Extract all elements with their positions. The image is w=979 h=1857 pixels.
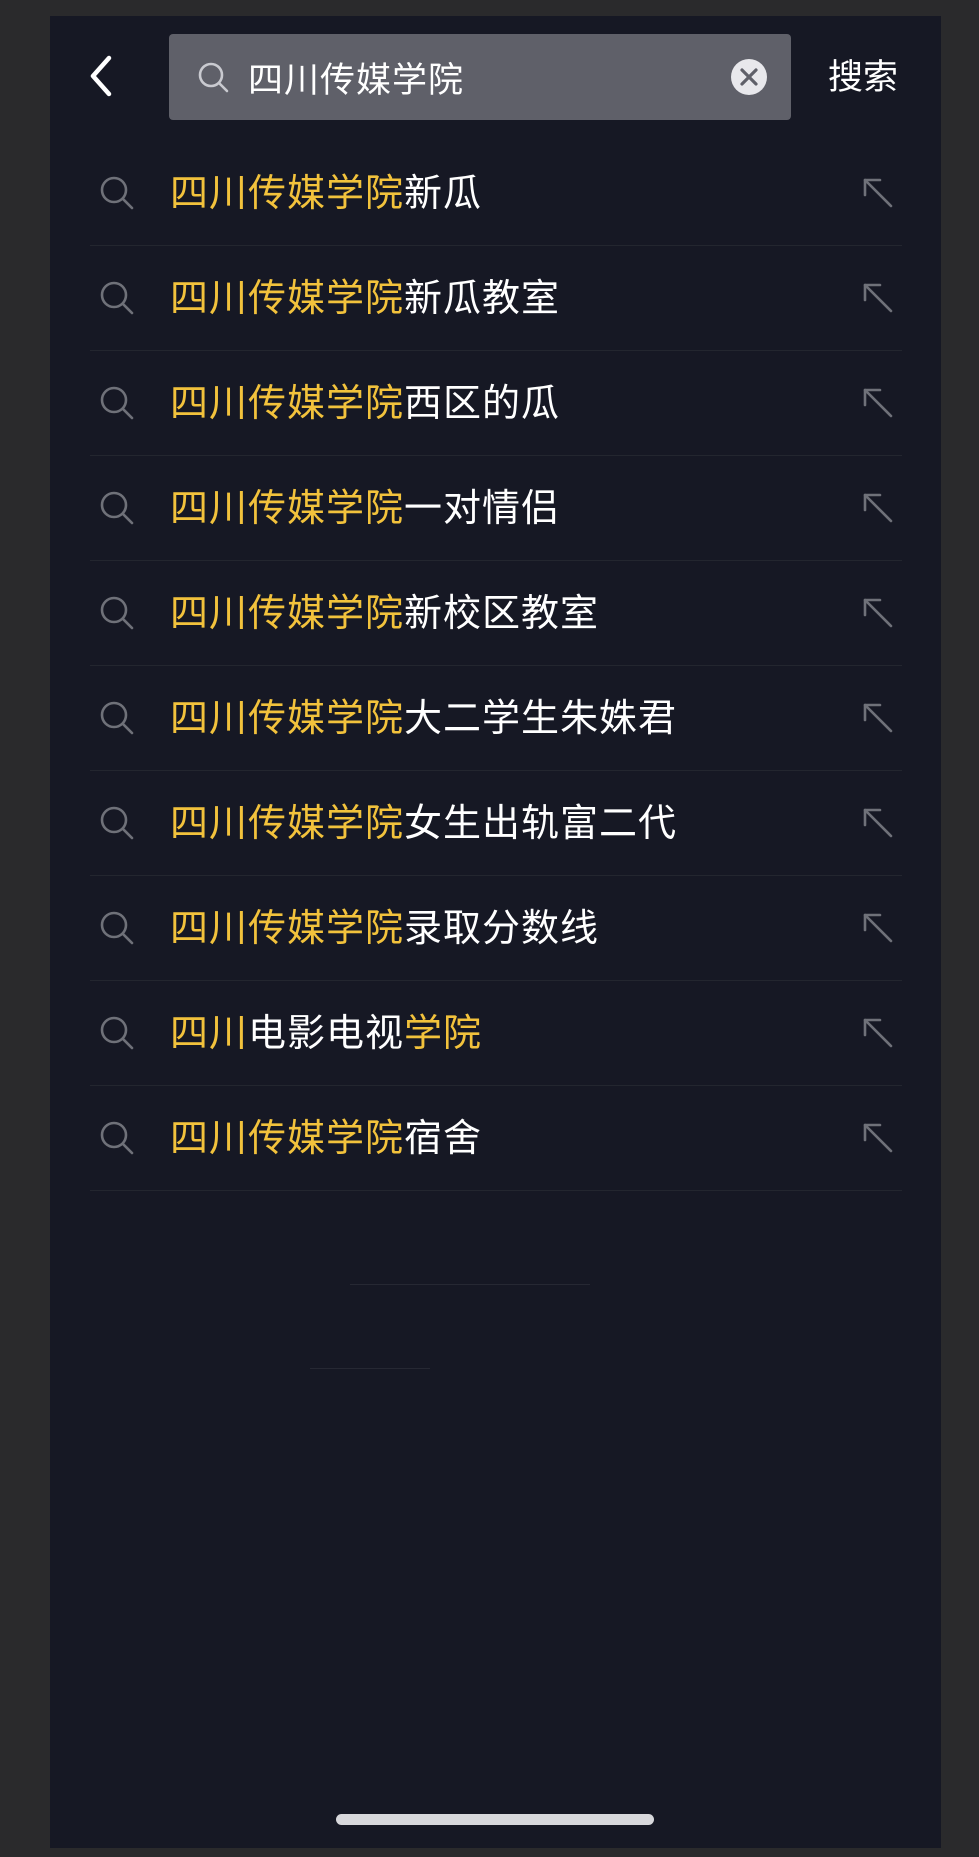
suggestion-text: 西区的瓜 xyxy=(404,381,561,425)
suggestion-text: 电影电视 xyxy=(248,1011,405,1055)
chevron-left-icon xyxy=(90,55,112,97)
clear-button[interactable] xyxy=(729,57,769,97)
search-button[interactable]: 搜索 xyxy=(828,54,898,102)
divider xyxy=(350,1284,590,1285)
suggestion-item[interactable]: 四川传媒学院大二学生朱姝君 xyxy=(90,666,902,771)
search-icon xyxy=(100,281,134,315)
fill-query-arrow-icon[interactable] xyxy=(860,910,896,946)
home-indicator[interactable] xyxy=(336,1814,654,1825)
suggestion-item[interactable]: 四川电影电视学院 xyxy=(90,981,902,1086)
divider xyxy=(310,1368,430,1369)
search-icon xyxy=(100,1121,134,1155)
suggestion-item[interactable]: 四川传媒学院新校区教室 xyxy=(90,561,902,666)
highlighted-text: 四川传媒学院 xyxy=(170,486,405,530)
suggestion-label: 四川传媒学院一对情侣 xyxy=(170,456,560,560)
suggestion-text: 新瓜 xyxy=(404,171,483,215)
suggestion-text: 新瓜教室 xyxy=(404,276,561,320)
suggestion-label: 四川传媒学院新校区教室 xyxy=(170,561,599,665)
search-query-text[interactable]: 四川传媒学院 xyxy=(248,52,729,103)
clear-icon xyxy=(731,59,767,95)
highlighted-text: 四川传媒学院 xyxy=(170,381,405,425)
fill-query-arrow-icon[interactable] xyxy=(860,385,896,421)
highlighted-text: 四川传媒学院 xyxy=(170,906,405,950)
suggestion-text: 宿舍 xyxy=(404,1116,483,1160)
suggestion-list: 四川传媒学院新瓜 四川传媒学院新瓜教室 四川传媒学院西区的瓜 四川传媒学院一对情侣 四川… xyxy=(90,141,902,1191)
highlighted-text: 四川传媒学院 xyxy=(170,696,405,740)
suggestion-label: 四川传媒学院新瓜教室 xyxy=(170,246,560,350)
suggestion-label: 四川传媒学院西区的瓜 xyxy=(170,351,560,455)
suggestion-label: 四川传媒学院女生出轨富二代 xyxy=(170,771,677,875)
suggestion-text: 新校区教室 xyxy=(404,591,600,635)
fill-query-arrow-icon[interactable] xyxy=(860,280,896,316)
fill-query-arrow-icon[interactable] xyxy=(860,595,896,631)
fill-query-arrow-icon[interactable] xyxy=(860,490,896,526)
search-icon xyxy=(100,1016,134,1050)
back-button[interactable] xyxy=(80,54,124,98)
suggestion-label: 四川传媒学院大二学生朱姝君 xyxy=(170,666,677,770)
suggestion-text: 一对情侣 xyxy=(404,486,561,530)
fill-query-arrow-icon[interactable] xyxy=(860,1120,896,1156)
suggestion-label: 四川传媒学院宿舍 xyxy=(170,1086,482,1190)
suggestion-label: 四川电影电视学院 xyxy=(170,981,482,1085)
suggestion-item[interactable]: 四川传媒学院西区的瓜 xyxy=(90,351,902,456)
highlighted-text: 学院 xyxy=(404,1011,483,1055)
fill-query-arrow-icon[interactable] xyxy=(860,1015,896,1051)
search-icon xyxy=(100,491,134,525)
highlighted-text: 四川传媒学院 xyxy=(170,801,405,845)
fill-query-arrow-icon[interactable] xyxy=(860,700,896,736)
highlighted-text: 四川传媒学院 xyxy=(170,171,405,215)
highlighted-text: 四川传媒学院 xyxy=(170,1116,405,1160)
suggestion-text: 女生出轨富二代 xyxy=(404,801,678,845)
search-icon xyxy=(100,911,134,945)
highlighted-text: 四川传媒学院 xyxy=(170,591,405,635)
search-input[interactable]: 四川传媒学院 xyxy=(169,34,791,120)
suggestion-item[interactable]: 四川传媒学院新瓜 xyxy=(90,141,902,246)
search-icon xyxy=(100,806,134,840)
search-icon xyxy=(100,701,134,735)
suggestion-text: 大二学生朱姝君 xyxy=(404,696,678,740)
suggestion-item[interactable]: 四川传媒学院女生出轨富二代 xyxy=(90,771,902,876)
suggestion-text: 录取分数线 xyxy=(404,906,600,950)
highlighted-text: 四川 xyxy=(170,1011,249,1055)
search-icon xyxy=(100,596,134,630)
highlighted-text: 四川传媒学院 xyxy=(170,276,405,320)
fill-query-arrow-icon[interactable] xyxy=(860,175,896,211)
suggestion-item[interactable]: 四川传媒学院一对情侣 xyxy=(90,456,902,561)
suggestion-item[interactable]: 四川传媒学院宿舍 xyxy=(90,1086,902,1191)
suggestion-item[interactable]: 四川传媒学院新瓜教室 xyxy=(90,246,902,351)
suggestion-label: 四川传媒学院录取分数线 xyxy=(170,876,599,980)
search-icon xyxy=(196,60,230,94)
search-icon xyxy=(100,176,134,210)
search-screen: 四川传媒学院 搜索 四川传媒学院新瓜 四川传媒学院新瓜教室 四川传媒学院西区的瓜 四川… xyxy=(50,16,941,1848)
suggestion-item[interactable]: 四川传媒学院录取分数线 xyxy=(90,876,902,981)
search-icon xyxy=(100,386,134,420)
fill-query-arrow-icon[interactable] xyxy=(860,805,896,841)
suggestion-label: 四川传媒学院新瓜 xyxy=(170,141,482,245)
